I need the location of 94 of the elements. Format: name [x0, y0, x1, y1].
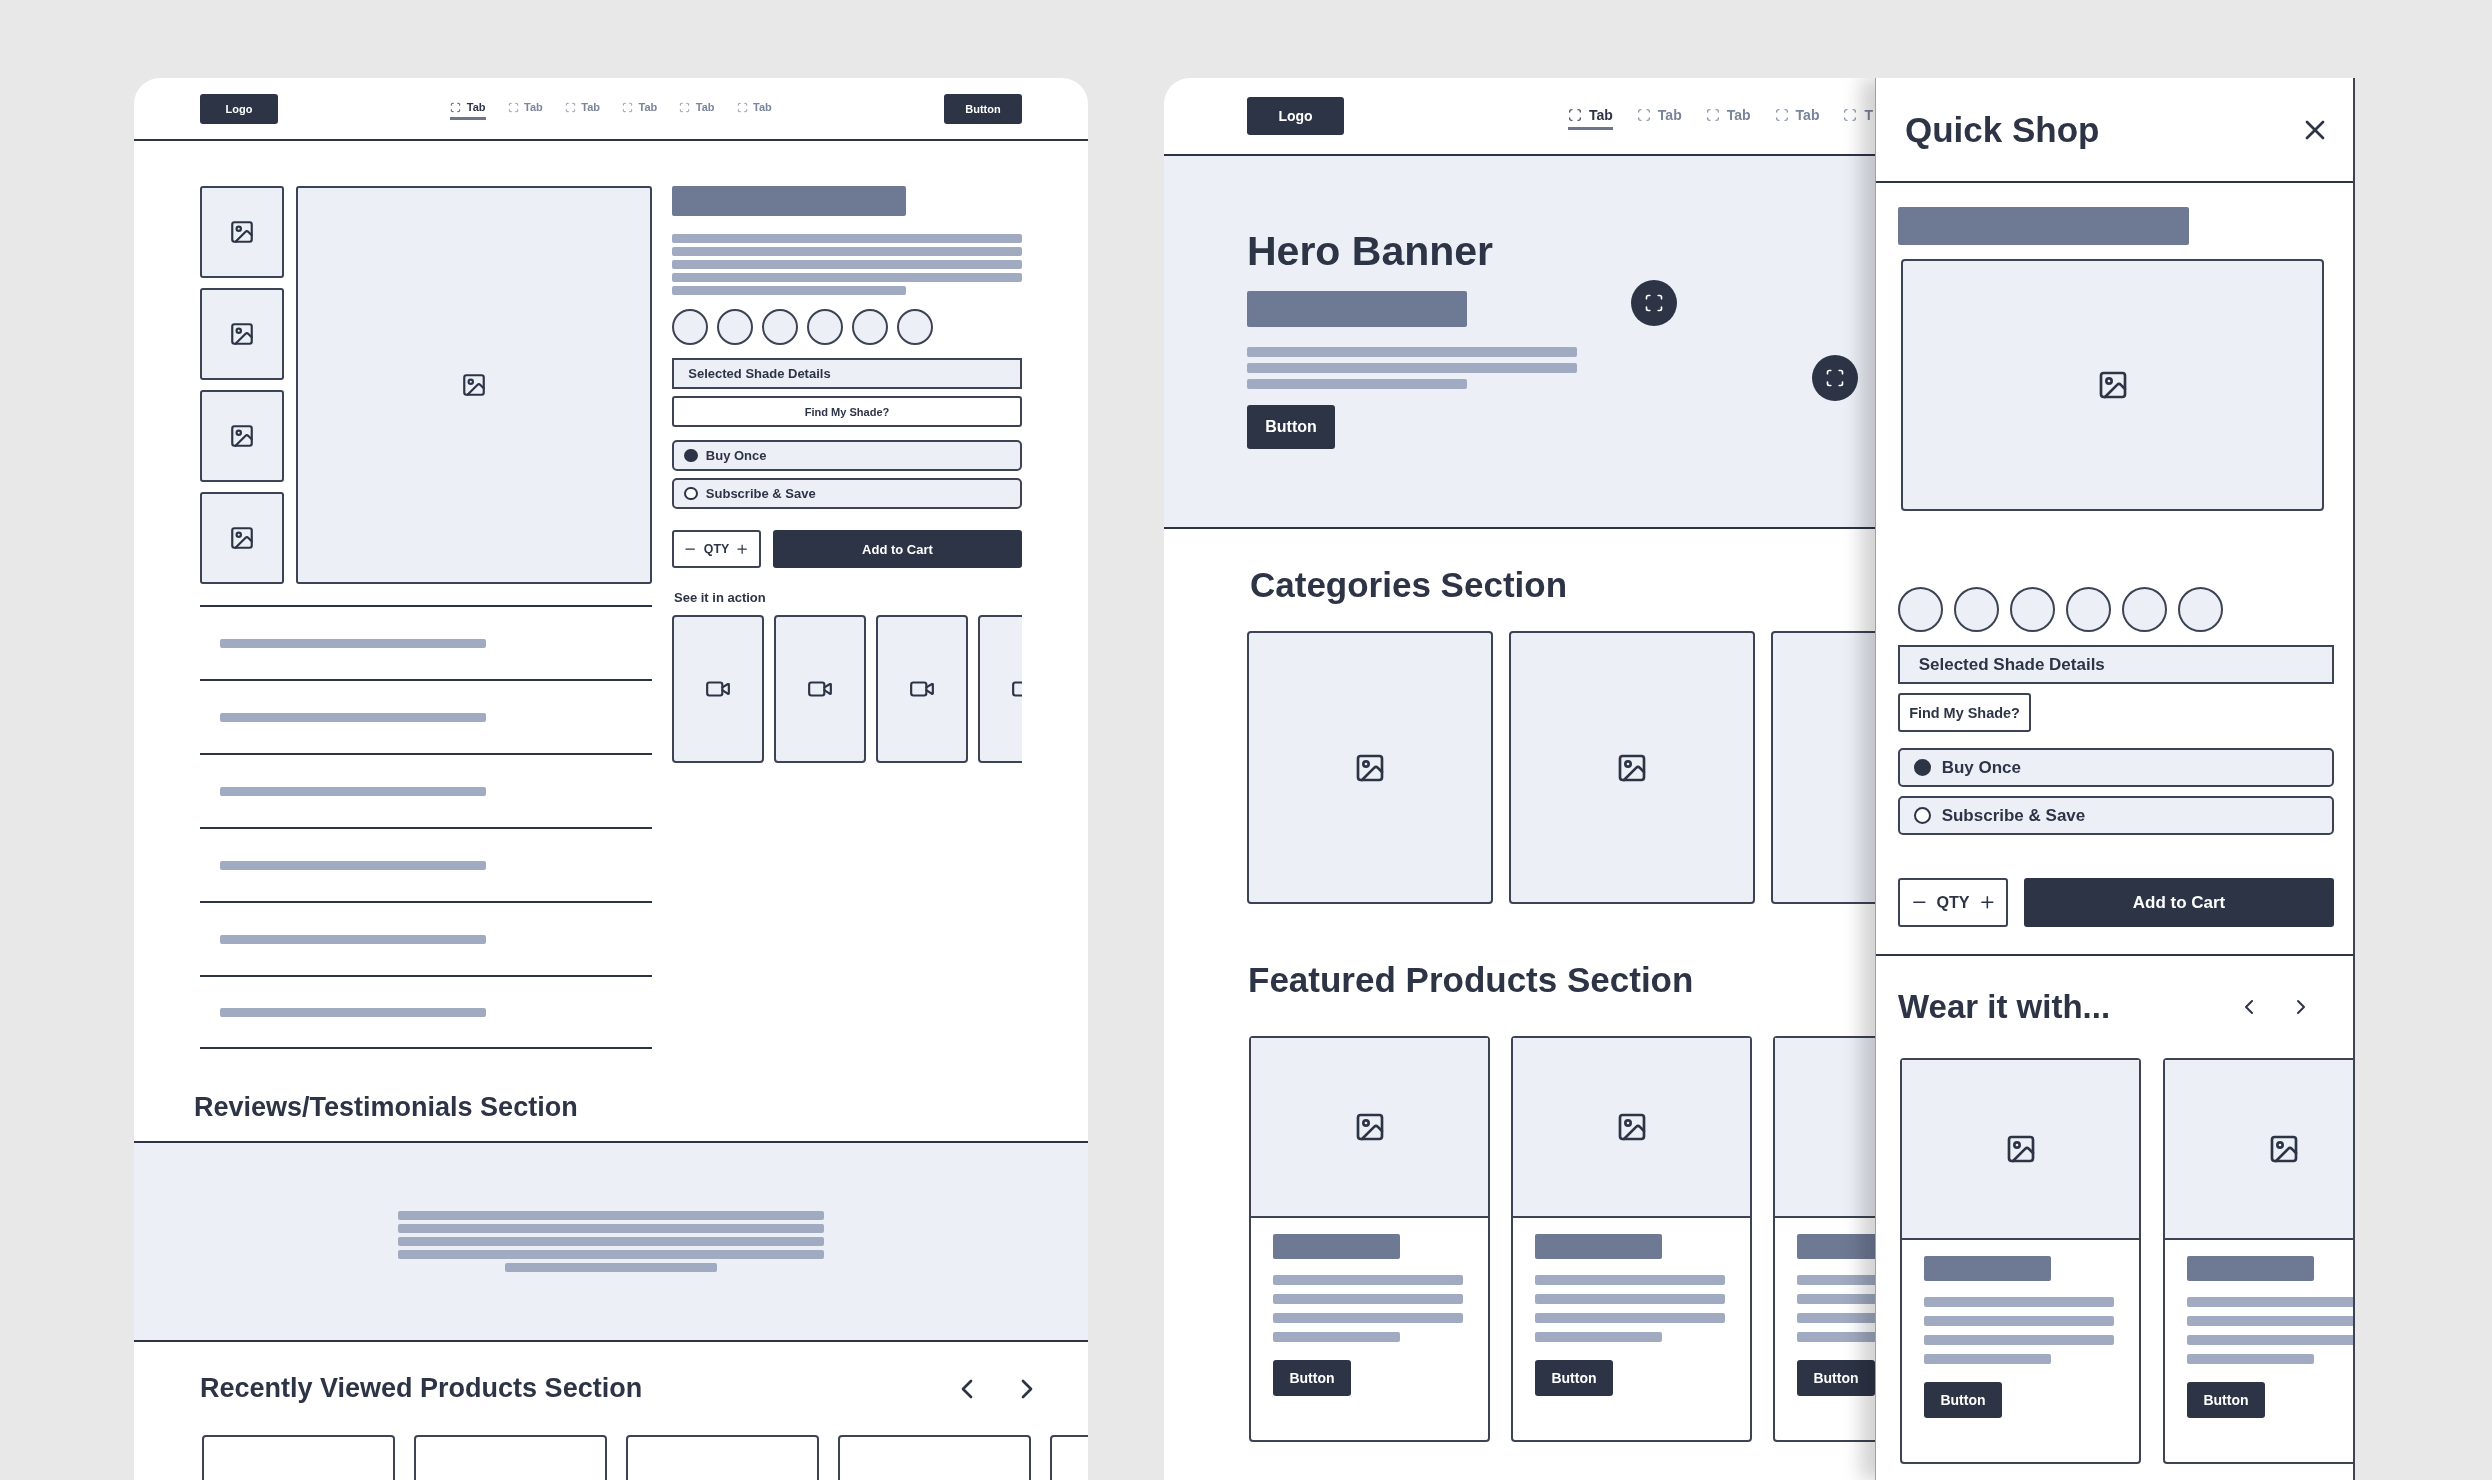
header-button[interactable]: Button [944, 93, 1022, 124]
image-icon [229, 219, 255, 245]
shade-details-field: Selected Shade Details [1898, 645, 2334, 684]
color-swatch[interactable] [762, 309, 798, 345]
nav-tab[interactable]: Tab [622, 97, 658, 120]
nav-tab[interactable]: Tab [1774, 102, 1820, 130]
nav-tab[interactable]: Tab [679, 97, 715, 120]
quantity-stepper[interactable]: QTY [1898, 878, 2008, 927]
thumbnail-image[interactable] [200, 288, 284, 380]
expand-icon [1825, 368, 1845, 388]
color-swatch[interactable] [672, 309, 708, 345]
find-shade-button[interactable]: Find My Shade? [1898, 693, 2031, 732]
purchase-option[interactable]: Buy Once [672, 440, 1022, 471]
nav-tab[interactable]: Tab [1568, 102, 1613, 130]
color-swatch[interactable] [2122, 587, 2167, 632]
frame-icon [1568, 107, 1582, 122]
nav-tab[interactable]: Tab [736, 97, 772, 120]
purchase-option[interactable]: Buy Once [1898, 748, 2334, 787]
product-card[interactable]: Button [1773, 1036, 1875, 1442]
image-icon [461, 372, 487, 398]
expand-icon [1644, 293, 1664, 313]
section-title: Featured Products Section [1248, 960, 1695, 1000]
video-thumbnail[interactable] [876, 615, 968, 763]
frame-icon [1843, 107, 1858, 122]
thumbnail-image[interactable] [200, 492, 284, 584]
image-icon [229, 423, 255, 449]
radio-button[interactable] [1913, 758, 1932, 777]
thumbnail-image[interactable] [200, 390, 284, 482]
radio-button[interactable] [1913, 806, 1932, 825]
product-card[interactable]: Button [1249, 1036, 1490, 1442]
frame-icon [622, 101, 633, 113]
nav-tab[interactable]: Tab [507, 97, 543, 120]
frame-icon [1636, 107, 1651, 122]
color-swatch[interactable] [717, 309, 753, 345]
color-swatch[interactable] [1954, 587, 1999, 632]
accordion-row[interactable] [200, 975, 652, 1049]
nav-tab[interactable]: Tab [1636, 102, 1682, 130]
category-card[interactable] [1247, 631, 1493, 904]
card-button[interactable]: Button [2187, 1382, 2265, 1418]
radio-button[interactable] [684, 448, 699, 463]
quantity-stepper[interactable]: QTY [672, 530, 761, 568]
image-icon [229, 321, 255, 347]
product-card[interactable]: Button [2163, 1058, 2353, 1464]
frame-icon [450, 101, 462, 113]
color-swatch[interactable] [2178, 587, 2223, 632]
nav-tab[interactable]: Tab [564, 97, 600, 120]
thumbnail-image[interactable] [200, 186, 284, 278]
hero-title: Hero Banner [1247, 228, 1495, 275]
nav-tab[interactable]: Tab [450, 97, 486, 120]
nav-tab[interactable]: T [1843, 102, 1873, 130]
card-button[interactable]: Button [1535, 1360, 1613, 1396]
frame-icon [1774, 107, 1789, 122]
color-swatch[interactable] [2010, 587, 2055, 632]
purchase-option[interactable]: Subscribe & Save [672, 478, 1022, 509]
card-button[interactable]: Button [1797, 1360, 1875, 1396]
color-swatch[interactable] [2066, 587, 2111, 632]
category-card[interactable] [1509, 631, 1755, 904]
logo[interactable]: Logo [200, 93, 278, 124]
product-card[interactable]: Button [1900, 1058, 2141, 1464]
color-swatch[interactable] [852, 309, 888, 345]
section-label: See it in action [674, 590, 767, 605]
hero-button[interactable]: Button [1247, 405, 1335, 449]
section-title: Recently Viewed Products Section [200, 1373, 643, 1404]
plus-icon[interactable] [735, 541, 750, 557]
frame-icon [507, 101, 519, 113]
nav-tab[interactable]: Tab [1705, 102, 1751, 130]
section-title: Wear it with... [1898, 988, 2111, 1026]
logo[interactable]: Logo [1247, 97, 1344, 135]
card-button[interactable]: Button [1924, 1382, 2002, 1418]
quantity-label: QTY [703, 542, 730, 556]
section-title: Reviews/Testimonials Section [194, 1092, 578, 1123]
frame-icon [564, 101, 576, 113]
frame-icon [1705, 107, 1720, 122]
expand-button[interactable] [1631, 280, 1677, 326]
color-swatch[interactable] [897, 309, 933, 345]
drawer-title: Quick Shop [1905, 109, 2100, 150]
add-to-cart-button[interactable]: Add to Cart [773, 530, 1022, 568]
quantity-label: QTY [1936, 893, 1970, 912]
purchase-option[interactable]: Subscribe & Save [1898, 796, 2334, 835]
shade-details-field: Selected Shade Details [672, 358, 1022, 389]
section-title: Categories Section [1250, 565, 1569, 605]
find-shade-button[interactable]: Find My Shade? [672, 396, 1022, 427]
color-swatch[interactable] [807, 309, 843, 345]
product-card[interactable]: Button [1511, 1036, 1752, 1442]
expand-button[interactable] [1812, 355, 1858, 401]
frame-icon [736, 101, 748, 113]
frame-icon [679, 101, 691, 113]
card-button[interactable]: Button [1273, 1360, 1351, 1396]
color-swatch[interactable] [1898, 587, 1943, 632]
video-thumbnail[interactable] [774, 615, 866, 763]
image-icon [229, 525, 255, 551]
radio-button[interactable] [684, 486, 699, 501]
add-to-cart-button[interactable]: Add to Cart [2024, 878, 2334, 927]
video-thumbnail[interactable] [672, 615, 764, 763]
